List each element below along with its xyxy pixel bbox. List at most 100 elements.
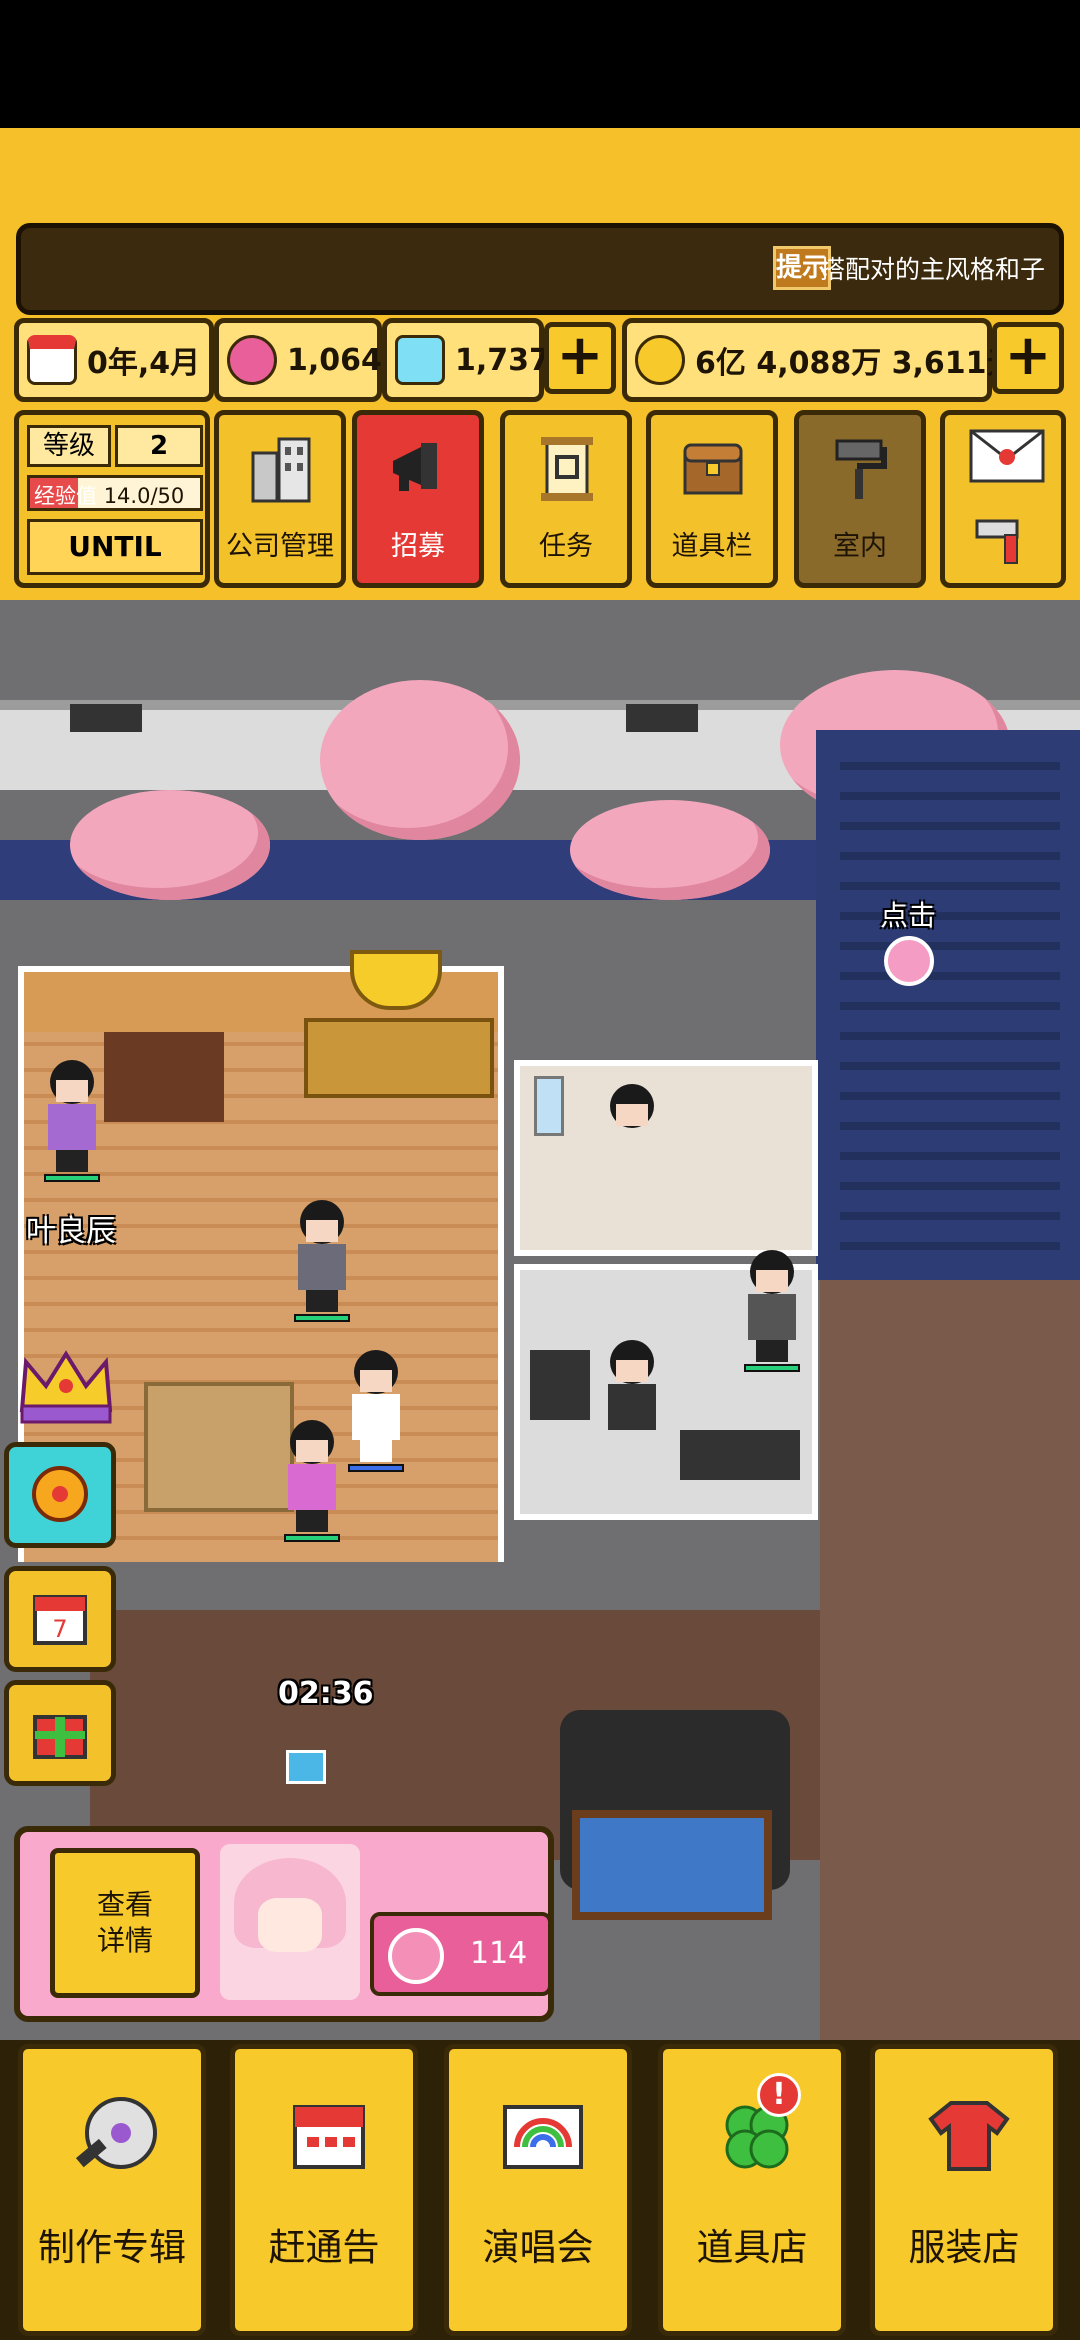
inventory-label: 道具栏 — [671, 531, 753, 562]
svg-text:7: 7 — [52, 1615, 67, 1643]
wheel-icon — [31, 1465, 89, 1523]
date-display: 0年,4月 — [14, 318, 214, 402]
sign-board[interactable] — [572, 1810, 772, 1920]
sofa — [144, 1382, 294, 1512]
scroll-icon — [535, 433, 599, 505]
calendar-icon — [281, 2089, 377, 2185]
wooden-house — [820, 1280, 1080, 2040]
crown-icon[interactable] — [16, 1346, 116, 1426]
hammer-icon — [971, 515, 1035, 587]
resource-row: 0年,4月 1,064 1,737 + 6亿 4,088万 3,611元 + — [14, 318, 1066, 402]
view-details-button[interactable]: 查看 详情 — [50, 1848, 200, 1998]
staff-character[interactable] — [600, 1084, 664, 1196]
exp-bar: 经验值 14.0/50 — [27, 475, 203, 511]
item-shop-label: 道具店 — [696, 2226, 808, 2269]
tap-flower-icon[interactable] — [884, 936, 934, 986]
envelope-icon — [967, 425, 1045, 497]
game-scene[interactable]: 点击 叶良辰 02:36 — [0, 600, 1080, 2040]
mail-button[interactable] — [940, 410, 1066, 588]
staff-character[interactable] — [40, 1060, 104, 1182]
interior-button[interactable]: 室内 — [794, 410, 926, 588]
status-bar — [0, 0, 1080, 128]
staff-character[interactable] — [600, 1340, 664, 1452]
money-value: 6亿 4,088万 3,611元 — [695, 346, 1017, 381]
cherry-tree — [320, 680, 520, 840]
clothing-shop-label: 服装店 — [908, 2226, 1020, 2269]
view-details-label-1: 查看 — [96, 1888, 153, 1921]
menu-row: 等级 2 经验值 14.0/50 UNTIL 公司管理 招募 任务 道具栏 室内 — [14, 410, 1066, 588]
interior-label: 室内 — [833, 531, 887, 562]
speaker — [530, 1350, 590, 1420]
water-cooler — [534, 1076, 564, 1136]
exp-label: 经验值 — [34, 484, 97, 508]
concert-button[interactable]: 演唱会 — [444, 2044, 632, 2336]
pink-gem-icon — [227, 335, 277, 385]
clothing-shop-button[interactable]: 服装店 — [870, 2044, 1058, 2336]
company-management-button[interactable]: 公司管理 — [214, 410, 346, 588]
gem-display: 1,064 — [214, 318, 382, 402]
staff-character[interactable] — [344, 1350, 408, 1472]
timer-label: 02:36 — [278, 1676, 374, 1711]
top-hud: 提示 搭配对的主风格和子 0年,4月 1,064 1,737 + 6亿 4,08… — [0, 128, 1080, 600]
blue-building — [816, 730, 1080, 1280]
shirt-icon — [921, 2089, 1017, 2185]
building-icon — [249, 433, 313, 505]
until-button[interactable]: UNTIL — [27, 519, 203, 575]
schedule-label: 赶通告 — [268, 2226, 380, 2269]
diamond-value: 1,737 — [455, 342, 550, 378]
notification-badge: ! — [757, 2073, 801, 2117]
disc-icon — [69, 2089, 165, 2185]
flower-icon — [388, 1928, 444, 1984]
megaphone-icon — [387, 433, 451, 505]
add-money-button[interactable]: + — [992, 322, 1064, 394]
level-label: 等级 — [27, 425, 111, 467]
inventory-button[interactable]: 道具栏 — [646, 410, 778, 588]
view-details-label-2: 详情 — [96, 1924, 153, 1957]
tip-bar: 提示 搭配对的主风格和子 — [16, 223, 1064, 315]
bottom-nav: 制作专辑 赶通告 演唱会 ! 道具店 服装店 — [0, 2040, 1080, 2340]
vent-grate — [70, 704, 142, 732]
date-value: 0年,4月 — [87, 346, 201, 381]
character-panel: 查看 详情 114 — [14, 1826, 554, 2022]
character-avatar[interactable] — [220, 1844, 360, 2000]
add-diamond-button[interactable]: + — [544, 322, 616, 394]
task-button[interactable]: 任务 — [500, 410, 632, 588]
recording-room[interactable] — [514, 1060, 818, 1256]
task-label: 任务 — [539, 531, 593, 562]
staff-character[interactable] — [740, 1250, 804, 1372]
staff-character[interactable] — [280, 1420, 344, 1542]
recruit-label: 招募 — [391, 531, 445, 562]
exp-text: 经验值 14.0/50 — [34, 480, 185, 508]
affection-counter: 114 — [370, 1912, 552, 1996]
trophy-shelf — [304, 1018, 494, 1098]
coin-icon — [635, 335, 685, 385]
cherry-tree — [570, 800, 770, 900]
cherry-tree — [70, 790, 270, 900]
calendar-icon — [27, 335, 77, 385]
schedule-button[interactable]: 赶通告 — [230, 2044, 418, 2336]
recruit-button[interactable]: 招募 — [352, 410, 484, 588]
affection-value: 114 — [470, 1936, 528, 1971]
staff-character[interactable] — [290, 1200, 354, 1322]
gift-cup-icon[interactable] — [286, 1750, 326, 1784]
item-shop-button[interactable]: ! 道具店 — [658, 2044, 846, 2336]
calendar-button[interactable]: 7 — [4, 1566, 116, 1672]
exp-value: 14.0/50 — [103, 484, 185, 508]
make-album-label: 制作专辑 — [38, 2226, 186, 2269]
desk — [104, 1032, 224, 1122]
gift-button[interactable] — [4, 1680, 116, 1786]
rainbow-stage-icon — [495, 2089, 591, 2185]
diamond-icon — [395, 335, 445, 385]
make-album-button[interactable]: 制作专辑 — [18, 2044, 206, 2336]
paint-roller-icon — [829, 433, 893, 505]
tip-text: 搭配对的主风格和子 — [819, 255, 1045, 284]
gem-value: 1,064 — [287, 342, 382, 378]
chest-icon — [681, 433, 745, 505]
keyboard — [680, 1430, 800, 1480]
calendar-icon: 7 — [31, 1589, 89, 1647]
level-panel: 等级 2 经验值 14.0/50 UNTIL — [14, 410, 210, 588]
diamond-display: 1,737 — [382, 318, 550, 402]
spin-wheel-button[interactable] — [4, 1442, 116, 1548]
tap-hint-label: 点击 — [880, 899, 937, 932]
vent-grate — [626, 704, 698, 732]
